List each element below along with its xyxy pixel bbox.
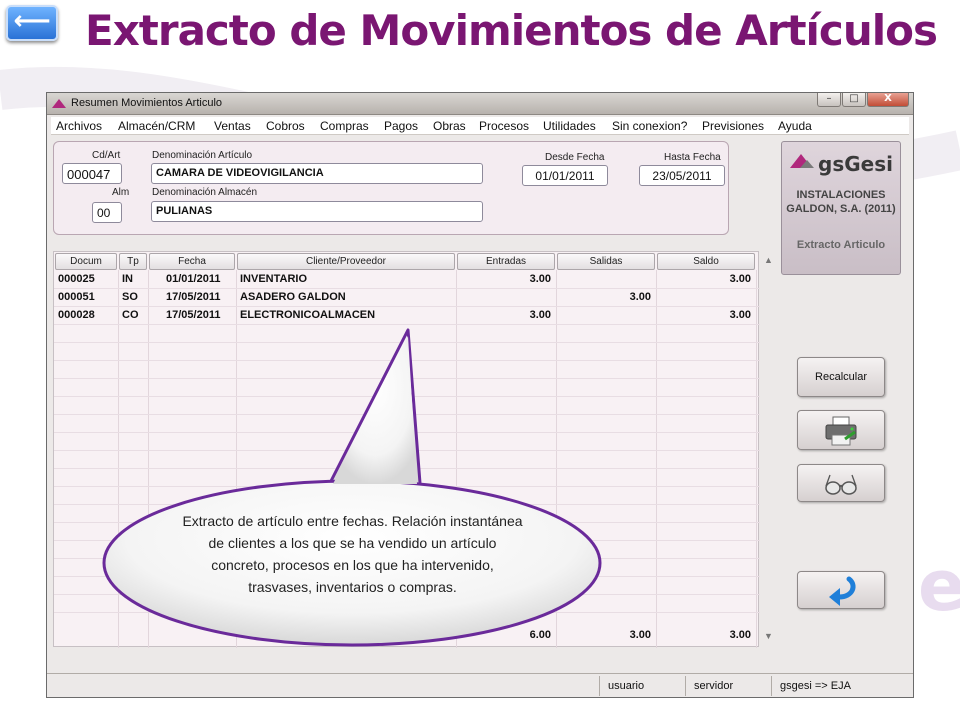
- callout-bubble: [102, 328, 602, 647]
- callout-text: Extracto de artículo entre fechas. Relac…: [182, 513, 523, 595]
